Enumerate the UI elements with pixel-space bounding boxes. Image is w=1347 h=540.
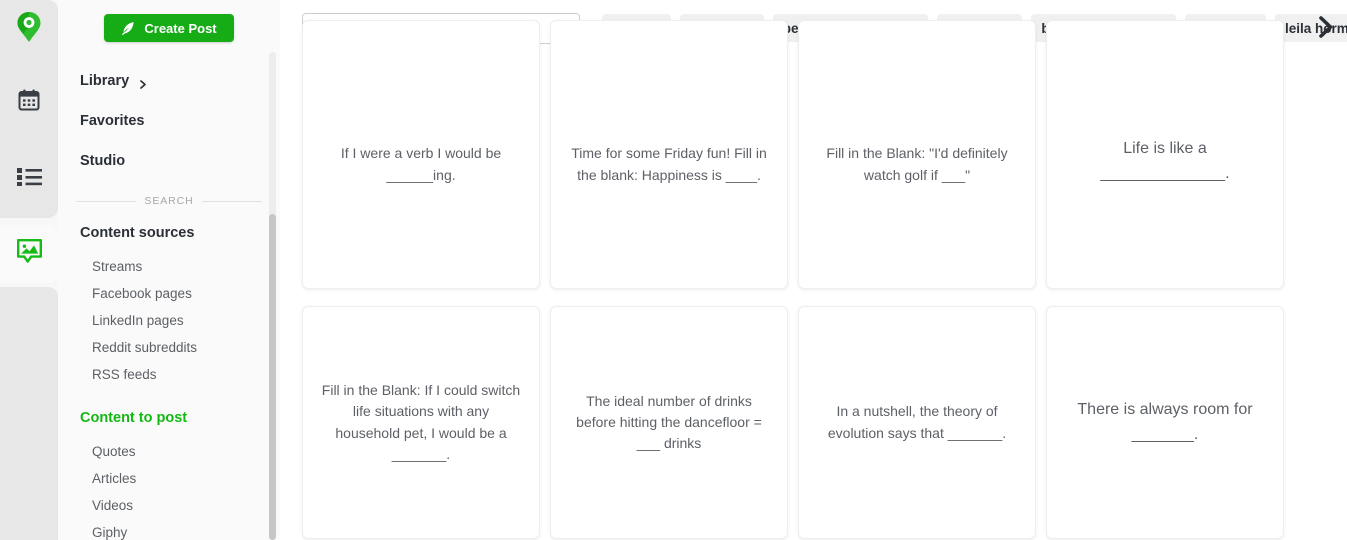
sidebar-item-label: LinkedIn pages (92, 313, 184, 328)
rail-item-content[interactable] (0, 225, 58, 283)
sidebar-item-streams[interactable]: Streams (58, 253, 280, 280)
content-card-text: Life is like a ______________. (1100, 140, 1230, 182)
image-content-icon (16, 238, 43, 270)
rail-item-list[interactable] (0, 150, 58, 208)
divider-label: SEARCH (144, 195, 194, 207)
content-card[interactable]: If I were a verb I would be ______ing. (302, 20, 540, 289)
sidebar-item-library[interactable]: Library (58, 61, 280, 101)
sidebar-item-label: Studio (80, 153, 126, 169)
content-card-text: If I were a verb I would be ______ing. (340, 145, 502, 183)
sidebar-item-label: Favorites (80, 113, 145, 129)
divider-line-right (201, 200, 263, 202)
sidebar-item-label: Quotes (92, 444, 136, 459)
sidebar-item-quotes[interactable]: Quotes (58, 438, 280, 465)
content-card[interactable]: The ideal number of drinks before hittin… (550, 306, 788, 539)
sidebar-item-studio[interactable]: Studio (58, 141, 280, 181)
rail-item-calendar[interactable] (0, 73, 58, 131)
content-card-text: Time for some Friday fun! Fill in the bl… (571, 145, 767, 183)
sidebar-item-videos[interactable]: Videos (58, 492, 280, 519)
sidebar-item-favorites[interactable]: Favorites (58, 101, 280, 141)
chevron-right-icon (1318, 15, 1335, 41)
sidebar-item-rss-feeds[interactable]: RSS feeds (58, 361, 280, 388)
content-card[interactable]: In a nutshell, the theory of evolution s… (798, 306, 1036, 539)
sidebar-item-label: Reddit subreddits (92, 340, 198, 355)
sidebar-item-giphy[interactable]: Giphy (58, 519, 280, 540)
content-card-text: Fill in the Blank: "I'd definitely watch… (826, 145, 1008, 183)
content-card[interactable]: Life is like a ______________. (1046, 20, 1284, 289)
quill-pen-icon (121, 21, 135, 36)
main-content: dogs memes behind the scenes (280, 0, 1347, 540)
rail-segment-bottom (0, 287, 58, 540)
sidebar-group-label: Content sources (80, 225, 195, 241)
content-card[interactable]: Fill in the Blank: If I could switch lif… (302, 306, 540, 539)
divider-line-left (76, 200, 137, 202)
sidebar-group-content-to-post[interactable]: Content to post (58, 398, 280, 438)
location-pin-icon (16, 11, 42, 48)
content-card[interactable]: Time for some Friday fun! Fill in the bl… (550, 20, 788, 289)
content-card-text: There is always room for _______. (1077, 401, 1253, 443)
chevron-right-icon (139, 77, 148, 89)
icon-rail (0, 0, 58, 540)
list-icon (16, 167, 42, 192)
create-post-button[interactable]: Create Post (104, 14, 234, 42)
chips-scroll-right-button[interactable] (1313, 14, 1339, 42)
content-card[interactable]: There is always room for _______. (1046, 306, 1284, 539)
content-card-text: In a nutshell, the theory of evolution s… (827, 403, 1007, 441)
sidebar-group-content-sources[interactable]: Content sources (58, 213, 280, 253)
sidebar-group-label: Content to post (80, 410, 188, 426)
sidebar-item-label: Articles (92, 471, 137, 486)
sidebar-item-label: Facebook pages (92, 286, 192, 301)
content-card[interactable]: Fill in the Blank: "I'd definitely watch… (798, 20, 1036, 289)
sidebar-item-facebook-pages[interactable]: Facebook pages (58, 280, 280, 307)
sidebar-item-label: Streams (92, 259, 143, 274)
sidebar-scrollbar-thumb[interactable] (269, 214, 276, 540)
sidebar-item-articles[interactable]: Articles (58, 465, 280, 492)
content-card-text: Fill in the Blank: If I could switch lif… (321, 381, 521, 462)
rail-item-logo[interactable] (0, 0, 58, 58)
app-root: Create Post Library Favorites Studio SEA… (0, 0, 1347, 540)
sidebar-item-reddit-subreddits[interactable]: Reddit subreddits (58, 334, 280, 361)
content-card-text: The ideal number of drinks before hittin… (576, 392, 762, 452)
content-card-grid: If I were a verb I would be ______ing. T… (302, 20, 1347, 540)
create-post-label: Create Post (144, 20, 217, 36)
sidebar-item-linkedin-pages[interactable]: LinkedIn pages (58, 307, 280, 334)
sidebar-item-label: Giphy (92, 525, 128, 540)
sidebar-item-label: RSS feeds (92, 367, 157, 382)
sidebar-item-label: Videos (92, 498, 134, 513)
search-divider: SEARCH (76, 195, 263, 207)
sidebar-item-label: Library (80, 73, 130, 89)
sidebar: Create Post Library Favorites Studio SEA… (58, 0, 280, 540)
calendar-icon (17, 88, 41, 117)
sidebar-nav-top: Library Favorites Studio (58, 61, 280, 181)
